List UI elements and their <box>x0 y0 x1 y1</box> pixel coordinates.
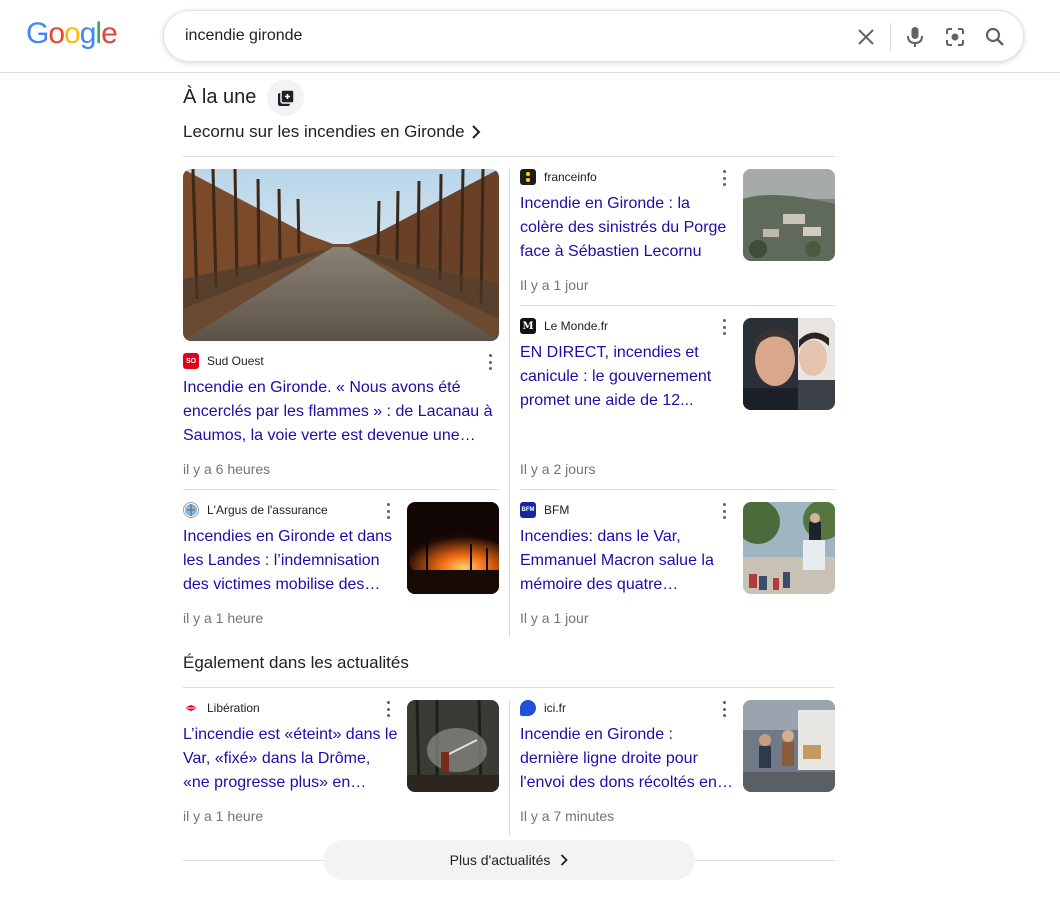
article-headline[interactable]: Incendies en Gironde et dans les Landes … <box>183 525 398 597</box>
search-icon[interactable] <box>982 24 1008 50</box>
article-time: il y a 1 heure <box>183 610 264 626</box>
source-name[interactable]: Sud Ouest <box>207 354 264 368</box>
search-box[interactable]: incendie gironde <box>163 10 1024 62</box>
article-image-fire[interactable] <box>407 502 499 594</box>
article-source[interactable]: L'Argus de l'assurance <box>183 502 328 518</box>
source-name[interactable]: Le Monde.fr <box>544 319 608 333</box>
more-news-button[interactable]: Plus d'actualités <box>323 840 695 880</box>
article-headline[interactable]: Incendie en Gironde : dernière ligne dro… <box>520 723 736 795</box>
article-time: il y a 1 heure <box>183 808 264 824</box>
ici-icon <box>520 700 536 716</box>
article-source[interactable]: SO Sud Ouest <box>183 353 264 369</box>
source-name[interactable]: BFM <box>544 503 569 517</box>
article-headline[interactable]: Incendie en Gironde : la colère des sini… <box>520 192 735 264</box>
story-cluster-link[interactable]: Lecornu sur les incendies en Gironde <box>183 122 481 142</box>
divider <box>520 305 835 306</box>
top-stories-title: À la une <box>183 86 257 108</box>
header: Google incendie gironde <box>0 0 1060 73</box>
also-in-news-title: Également dans les actualités <box>183 653 409 672</box>
search-divider <box>890 23 891 51</box>
article-headline[interactable]: Incendies: dans le Var, Emmanuel Macron … <box>520 525 735 597</box>
google-logo[interactable]: Google <box>26 17 118 51</box>
article-headline[interactable]: EN DIRECT, incendies et canicule : le go… <box>520 341 735 413</box>
source-name[interactable]: L'Argus de l'assurance <box>207 503 328 517</box>
divider <box>183 156 835 157</box>
more-options-icon[interactable] <box>722 319 726 335</box>
more-news-label[interactable]: Plus d'actualités <box>450 852 551 868</box>
article-time: Il y a 7 minutes <box>520 808 615 824</box>
source-name[interactable]: ici.fr <box>544 701 566 715</box>
bfm-icon: BFM <box>520 502 536 518</box>
more-options-icon[interactable] <box>488 354 492 370</box>
more-options-icon[interactable] <box>722 701 726 717</box>
article-image-aerial[interactable] <box>743 169 835 261</box>
stories-icon-button[interactable] <box>267 79 304 116</box>
article-image-portrait[interactable] <box>743 318 835 410</box>
camera-lens-icon[interactable] <box>942 24 968 50</box>
more-options-icon[interactable] <box>722 503 726 519</box>
article-source[interactable]: M Le Monde.fr <box>520 318 608 334</box>
chevron-right-icon <box>561 854 569 866</box>
sud-ouest-icon: SO <box>183 353 199 369</box>
column-divider <box>509 700 510 836</box>
article-image-speech[interactable] <box>743 502 835 594</box>
story-cluster-label[interactable]: Lecornu sur les incendies en Gironde <box>183 122 465 142</box>
divider <box>183 687 835 688</box>
article-time: Il y a 1 jour <box>520 277 589 293</box>
article-time: Il y a 2 jours <box>520 461 596 477</box>
search-input[interactable]: incendie gironde <box>185 27 302 45</box>
liberation-icon <box>183 700 199 716</box>
divider <box>520 489 835 490</box>
more-options-icon[interactable] <box>722 170 726 186</box>
article-headline[interactable]: Incendie en Gironde. « Nous avons été en… <box>183 376 501 448</box>
article-image-donations[interactable] <box>743 700 835 792</box>
column-divider <box>509 169 510 637</box>
article-source[interactable]: ici.fr <box>520 700 566 716</box>
clear-icon[interactable] <box>853 24 879 50</box>
article-source[interactable]: Libération <box>183 700 260 716</box>
article-source[interactable]: BFM BFM <box>520 502 569 518</box>
article-image-firefighter[interactable] <box>407 700 499 792</box>
franceinfo-icon <box>520 169 536 185</box>
microphone-icon[interactable] <box>902 24 928 50</box>
article-time: il y a 6 heures <box>183 461 271 477</box>
le-monde-icon: M <box>520 318 536 334</box>
article-headline[interactable]: L’incendie est «éteint» dans le Var, «fi… <box>183 723 398 795</box>
stack-icon <box>277 88 295 106</box>
source-name[interactable]: Libération <box>207 701 260 715</box>
argus-icon <box>183 502 199 518</box>
article-image-forest[interactable] <box>183 169 499 341</box>
source-name[interactable]: franceinfo <box>544 170 597 184</box>
divider <box>183 489 499 490</box>
chevron-right-icon <box>471 125 481 139</box>
more-options-icon[interactable] <box>386 701 390 717</box>
more-options-icon[interactable] <box>386 503 390 519</box>
article-source[interactable]: franceinfo <box>520 169 597 185</box>
article-time: Il y a 1 jour <box>520 610 589 626</box>
